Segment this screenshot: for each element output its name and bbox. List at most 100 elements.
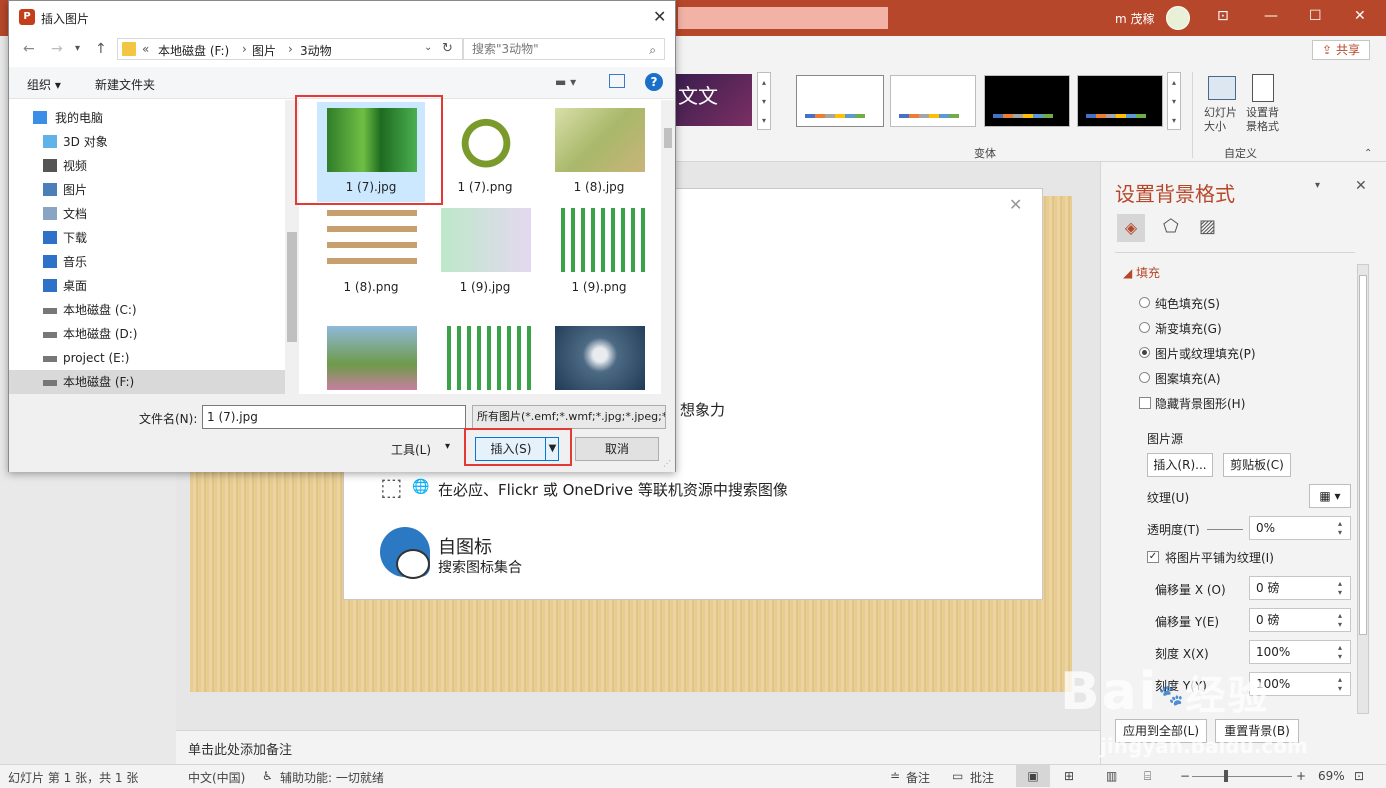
accessibility-status[interactable]: 辅助功能: 一切就绪 — [280, 769, 384, 786]
file-tile[interactable] — [545, 320, 653, 394]
search-icon[interactable]: ⌕ — [649, 40, 656, 60]
variant-scroll[interactable]: ▴ ▾ ▾ — [1167, 72, 1181, 130]
offset-x-spinner[interactable]: 0 磅 — [1249, 576, 1351, 600]
nav-item[interactable]: 本地磁盘 (C:) — [9, 298, 285, 322]
help-icon[interactable]: ? — [645, 73, 663, 91]
files-scrollbar[interactable] — [661, 100, 675, 394]
nav-item[interactable]: 图片 — [9, 178, 285, 202]
file-tile[interactable]: 1 (9).jpg — [431, 202, 539, 302]
cancel-button[interactable]: 取消 — [575, 437, 659, 461]
close-panel-icon[interactable]: ✕ — [1009, 195, 1022, 214]
language-indicator[interactable]: 中文(中国) — [188, 769, 245, 786]
zoom-out-icon[interactable]: − — [1180, 769, 1190, 783]
nav-item[interactable]: 桌面 — [9, 274, 285, 298]
offset-y-spinner[interactable]: 0 磅 — [1249, 608, 1351, 632]
variant-3[interactable] — [984, 75, 1070, 127]
slide-sorter-icon[interactable]: ⊞ — [1064, 769, 1074, 783]
nav-item[interactable]: 视频 — [9, 154, 285, 178]
hide-bg-label[interactable]: 隐藏背景图形(H) — [1155, 395, 1245, 412]
ppt-search-box[interactable] — [678, 7, 888, 29]
collapse-ribbon-icon[interactable]: ⌃ — [1364, 148, 1372, 159]
file-tile[interactable]: 1 (7).png — [431, 102, 539, 202]
forward-icon[interactable]: → — [51, 41, 63, 57]
filetype-select[interactable]: 所有图片(*.emf;*.wmf;*.jpg;*.jpeg;*.png) — [472, 405, 666, 429]
nav-item[interactable]: 3D 对象 — [9, 130, 285, 154]
dialog-close-icon[interactable]: ✕ — [653, 7, 666, 26]
notes-icon[interactable]: ≐ — [890, 769, 900, 783]
minimize-icon[interactable]: — — [1264, 8, 1278, 24]
effects-tab-icon[interactable]: ⬠ — [1163, 216, 1179, 237]
scale-x-spinner[interactable]: 100% — [1249, 640, 1351, 664]
fill-section-header[interactable]: ◢ 填充 — [1123, 264, 1160, 281]
hide-bg-checkbox[interactable] — [1139, 397, 1151, 409]
variant-1[interactable] — [796, 75, 884, 127]
picture-tab-icon[interactable]: ▨ — [1199, 216, 1216, 237]
bing-search-option[interactable]: 在必应、Flickr 或 OneDrive 等联机资源中搜索图像 — [438, 479, 788, 500]
notes-toggle[interactable]: 备注 — [906, 769, 930, 786]
tools-menu[interactable]: 工具(L) — [391, 441, 431, 458]
icons-option-title[interactable]: 自图标 — [438, 533, 492, 559]
refresh-icon[interactable]: ↻ — [442, 41, 453, 56]
nav-item[interactable]: 下载 — [9, 226, 285, 250]
notes-pane[interactable]: 单击此处添加备注 — [176, 730, 1100, 764]
normal-view-icon[interactable]: ▣ — [1016, 765, 1050, 787]
slideshow-icon[interactable]: ⌸ — [1144, 769, 1151, 784]
share-button[interactable]: ⇪ 共享 — [1312, 40, 1370, 60]
reading-view-icon[interactable]: ▥ — [1106, 769, 1117, 783]
tools-dropdown-icon[interactable]: ▾ — [445, 441, 450, 452]
nav-item[interactable]: 本地磁盘 (F:) — [9, 370, 285, 394]
user-name[interactable]: m 茂稼 — [1115, 10, 1155, 27]
zoom-in-icon[interactable]: + — [1296, 769, 1306, 783]
preview-pane-icon[interactable] — [609, 74, 625, 88]
breadcrumb-folder[interactable]: 3动物 — [300, 42, 332, 59]
filename-input[interactable]: 1 (7).jpg — [202, 405, 466, 429]
nav-item[interactable]: 音乐 — [9, 250, 285, 274]
file-tile[interactable] — [431, 320, 539, 394]
variant-2[interactable] — [890, 75, 976, 127]
transparency-slider[interactable] — [1207, 529, 1243, 530]
clipboard-button[interactable]: 剪贴板(C) — [1223, 453, 1291, 477]
comments-toggle[interactable]: 批注 — [970, 769, 994, 786]
close-pane-icon[interactable]: ✕ — [1355, 178, 1367, 194]
file-tile[interactable]: 1 (8).png — [317, 202, 425, 302]
fit-to-window-icon[interactable]: ⊡ — [1354, 769, 1364, 783]
file-tile[interactable] — [317, 320, 425, 394]
transparency-spinner[interactable]: 0% — [1249, 516, 1351, 540]
breadcrumb-pictures[interactable]: 图片 — [252, 42, 276, 59]
close-window-icon[interactable]: ✕ — [1354, 8, 1366, 24]
comments-icon[interactable]: ▭ — [952, 769, 963, 783]
view-options-icon[interactable]: ▬ ▾ — [555, 75, 576, 89]
folder-search-input[interactable]: 搜索"3动物" ⌕ — [463, 38, 665, 60]
pane-scrollbar[interactable] — [1357, 264, 1369, 714]
zoom-thumb[interactable] — [1224, 770, 1228, 782]
file-tile[interactable]: 1 (8).jpg — [545, 102, 653, 202]
accessibility-icon[interactable]: ♿ — [262, 769, 273, 783]
picture-fill-label[interactable]: 图片或纹理填充(P) — [1155, 345, 1256, 362]
format-background-button[interactable]: 设置背 景格式 — [1246, 106, 1279, 134]
nav-item[interactable]: 文档 — [9, 202, 285, 226]
pattern-fill-label[interactable]: 图案填充(A) — [1155, 370, 1221, 387]
breadcrumb-drive[interactable]: 本地磁盘 (F:) — [158, 42, 229, 59]
theme-scroll[interactable]: ▴ ▾ ▾ — [757, 72, 771, 130]
variant-4[interactable] — [1077, 75, 1163, 127]
insert-picture-button[interactable]: 插入(R)... — [1147, 453, 1213, 477]
avatar[interactable] — [1166, 6, 1190, 30]
nav-item[interactable]: 本地磁盘 (D:) — [9, 322, 285, 346]
pattern-fill-radio[interactable] — [1139, 372, 1150, 383]
nav-item[interactable]: project (E:) — [9, 346, 285, 370]
back-icon[interactable]: ← — [23, 41, 35, 57]
texture-dropdown[interactable]: ▦ ▾ — [1309, 484, 1351, 508]
zoom-slider[interactable] — [1192, 776, 1292, 777]
fill-tab-icon[interactable]: ◈ — [1117, 214, 1145, 242]
up-icon[interactable]: ↑ — [95, 41, 107, 57]
tile-checkbox[interactable]: ✓ — [1147, 551, 1159, 563]
ribbon-display-icon[interactable]: ⊡ — [1217, 8, 1229, 24]
address-bar[interactable]: « 本地磁盘 (F:) › 图片 › 3动物 ⌄ ↻ — [117, 38, 463, 60]
address-dropdown-icon[interactable]: ⌄ — [424, 42, 432, 53]
tile-label[interactable]: 将图片平铺为纹理(I) — [1165, 549, 1274, 566]
solid-fill-radio[interactable] — [1139, 297, 1150, 308]
new-folder-button[interactable]: 新建文件夹 — [95, 76, 155, 93]
pane-options-icon[interactable]: ▾ — [1315, 180, 1320, 191]
zoom-level[interactable]: 69% — [1318, 769, 1345, 783]
picture-fill-radio[interactable] — [1139, 347, 1150, 358]
